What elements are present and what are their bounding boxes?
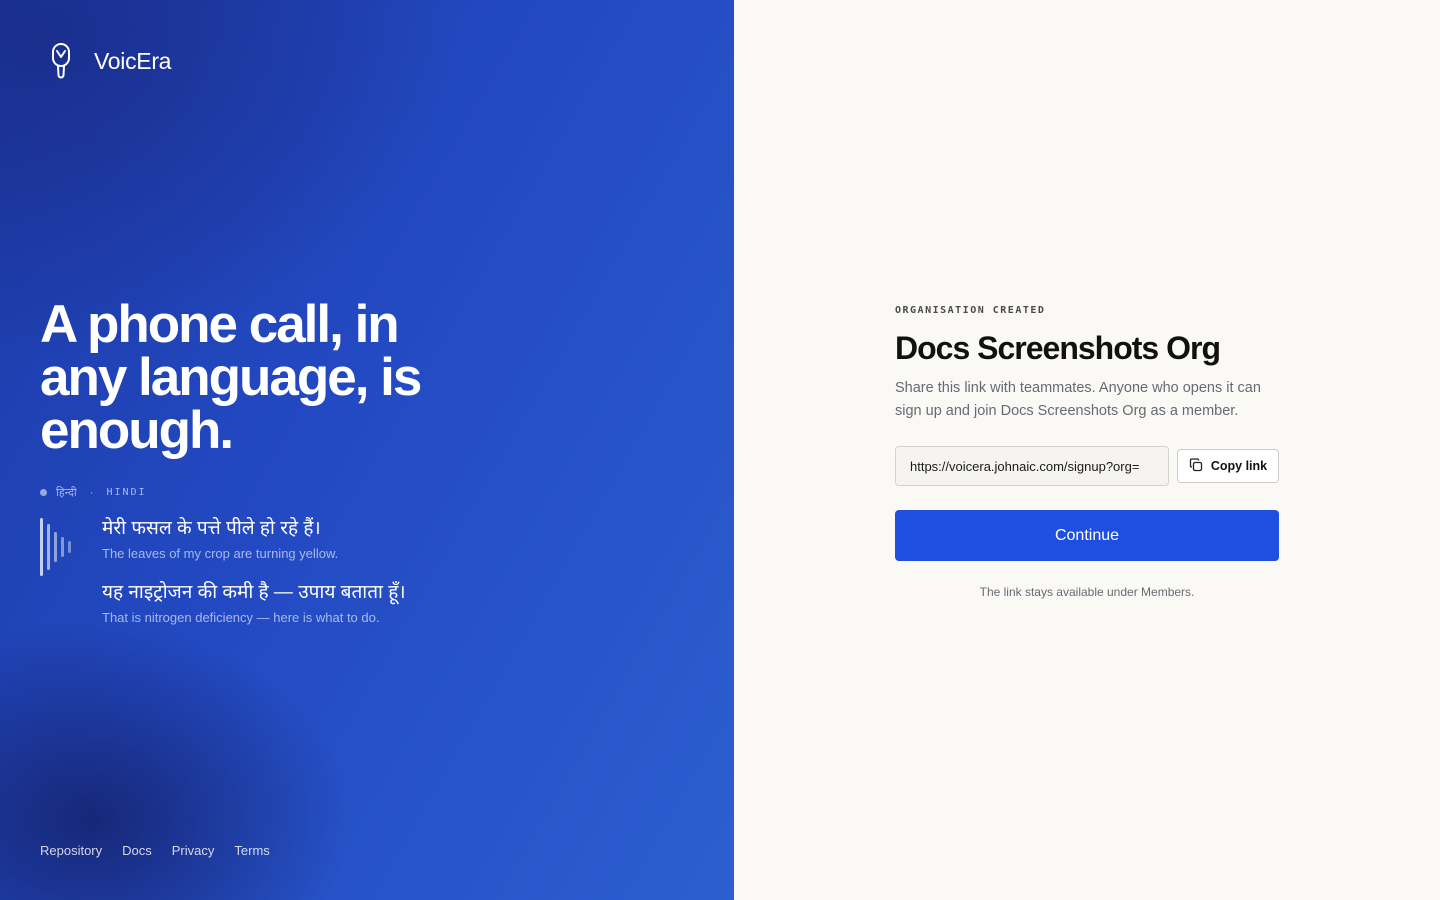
copy-link-button[interactable]: Copy link (1177, 449, 1279, 483)
eyebrow-label: ORGANISATION CREATED (895, 305, 1046, 316)
transcript-hindi: मेरी फसल के पत्ते पीले हो रहे हैं। (102, 518, 321, 539)
language-indicator: हिन्दी · HINDI (40, 485, 147, 500)
copy-link-label: Copy link (1210, 459, 1268, 473)
transcript-english: That is nitrogen deficiency — here is wh… (102, 610, 380, 625)
language-native: हिन्दी (56, 487, 77, 499)
language-dot (40, 489, 47, 496)
waveform-icon (40, 518, 74, 583)
footer-link-docs[interactable]: Docs (122, 843, 152, 858)
hero-panel: VoicEra A phone call, in any language, i… (0, 0, 734, 900)
invite-link-input[interactable] (895, 446, 1169, 486)
copy-icon (1189, 457, 1203, 475)
hero-headline: A phone call, in any language, is enough… (40, 295, 422, 460)
invite-link-row: Copy link (895, 446, 1279, 486)
transcript-english: The leaves of my crop are turning yellow… (102, 546, 339, 561)
org-created-panel: ORGANISATION CREATED Docs Screenshots Or… (895, 305, 1279, 599)
footer-link-privacy[interactable]: Privacy (172, 843, 215, 858)
members-note: The link stays available under Members. (979, 585, 1195, 599)
brand-name: VoicEra (94, 47, 172, 74)
transcript-line: मेरी फसल के पत्ते पीले हो रहे हैं। The l… (102, 514, 338, 561)
brand[interactable]: VoicEra (48, 42, 171, 80)
org-description: Share this link with teammates. Anyone w… (895, 380, 1261, 419)
footer-link-terms[interactable]: Terms (234, 843, 269, 858)
language-code: HINDI (106, 487, 147, 498)
footer-nav: Repository Docs Privacy Terms (40, 843, 270, 858)
language-separator: · (89, 486, 94, 499)
transcript-line: यह नाइट्रोजन की कमी है — उपाय बताता हूँ।… (102, 578, 406, 625)
footer-link-repository[interactable]: Repository (40, 843, 102, 858)
microphone-icon (48, 42, 74, 80)
transcript-hindi: यह नाइट्रोजन की कमी है — उपाय बताता हूँ। (102, 582, 406, 603)
org-title: Docs Screenshots Org (895, 330, 1221, 366)
continue-button[interactable]: Continue (895, 510, 1279, 561)
